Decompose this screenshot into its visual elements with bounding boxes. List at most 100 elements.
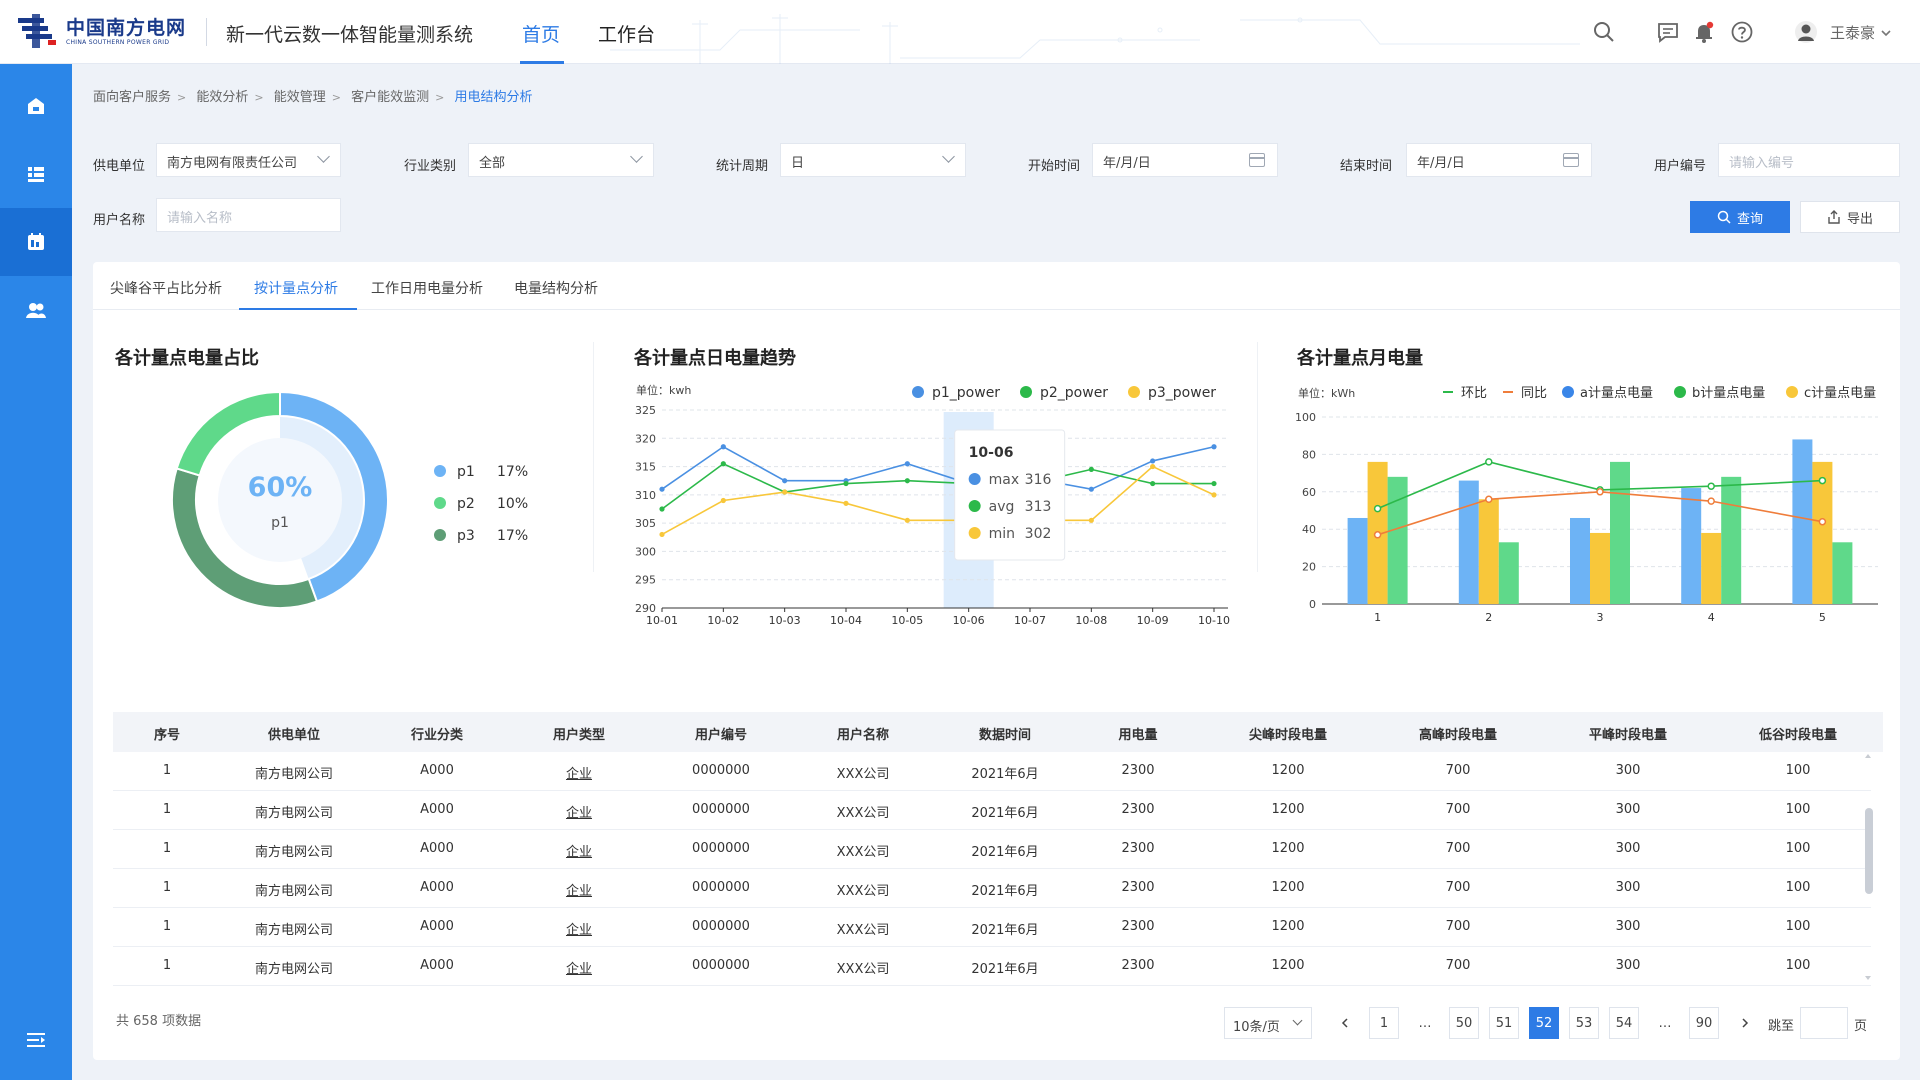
user-name-input[interactable]: 请输入名称: [156, 198, 341, 232]
page-button[interactable]: 52: [1529, 1007, 1559, 1039]
column-header[interactable]: 尖峰时段电量: [1249, 724, 1327, 743]
data-point[interactable]: [1088, 486, 1094, 492]
data-point[interactable]: [720, 497, 726, 504]
data-point[interactable]: [782, 478, 788, 484]
sidebar-item-users[interactable]: [0, 276, 72, 344]
page-button[interactable]: 53: [1569, 1007, 1599, 1039]
legend-label[interactable]: b计量点电量: [1692, 386, 1765, 401]
legend-label[interactable]: p3_power: [1148, 385, 1216, 401]
legend-label[interactable]: a计量点电量: [1580, 386, 1653, 401]
column-header[interactable]: 供电单位: [268, 724, 320, 743]
bar-b计量点电量[interactable]: [1387, 476, 1408, 604]
data-point[interactable]: [843, 480, 849, 487]
prev-page-button[interactable]: [1330, 1007, 1360, 1039]
bar-c计量点电量[interactable]: [1701, 532, 1722, 604]
data-point[interactable]: [782, 489, 788, 495]
data-point[interactable]: [720, 444, 726, 450]
bar-c计量点电量[interactable]: [1478, 499, 1499, 604]
supply-unit-select[interactable]: 南方电网有限责任公司: [156, 143, 341, 177]
table-row[interactable]: 1 南方电网公司 A000 企业 0000000 XXX公司 2021年6月 2300 1200…: [113, 947, 1871, 986]
data-point[interactable]: [659, 531, 665, 538]
bar-b计量点电量[interactable]: [1832, 542, 1853, 604]
data-point[interactable]: [1485, 458, 1493, 466]
data-point[interactable]: [1485, 495, 1493, 504]
bar-a计量点电量[interactable]: [1570, 517, 1590, 604]
user-avatar-icon[interactable]: [1794, 20, 1818, 44]
message-icon[interactable]: [1656, 20, 1680, 44]
period-select[interactable]: 日: [780, 143, 966, 177]
column-header[interactable]: 数据时间: [979, 724, 1031, 743]
data-point[interactable]: [904, 478, 910, 484]
tab-peak-valley[interactable]: 尖峰谷平占比分析: [110, 278, 222, 298]
trend-line-同比[interactable]: [1377, 490, 1823, 536]
page-button[interactable]: 54: [1609, 1007, 1639, 1039]
table-cell[interactable]: 企业: [566, 763, 592, 782]
data-point[interactable]: [1818, 476, 1827, 485]
user-no-input[interactable]: 请输入编号: [1718, 143, 1900, 177]
column-header[interactable]: 平峰时段电量: [1589, 724, 1667, 743]
table-cell[interactable]: 企业: [566, 802, 592, 821]
breadcrumb-item[interactable]: 面向客户服务: [93, 90, 171, 105]
data-point[interactable]: [1818, 517, 1827, 526]
data-point[interactable]: [1088, 517, 1094, 523]
scrollbar-thumb[interactable]: [1865, 808, 1873, 894]
start-date-input[interactable]: 年/月/日: [1092, 143, 1278, 177]
search-icon[interactable]: [1592, 20, 1616, 44]
company-logo[interactable]: 中国南方电网 CHINA SOUTHERN POWER GRID: [18, 14, 186, 48]
data-point[interactable]: [1707, 497, 1715, 505]
nav-workbench[interactable]: 工作台: [598, 20, 655, 47]
table-row[interactable]: 1 南方电网公司 A000 企业 0000000 XXX公司 2021年6月 2300 1200…: [113, 908, 1871, 947]
legend-label[interactable]: p2_power: [1040, 385, 1108, 401]
table-cell[interactable]: 企业: [566, 880, 592, 899]
legend-label[interactable]: p1_power: [932, 385, 1000, 401]
legend-label[interactable]: 环比: [1461, 386, 1487, 401]
bar-a计量点电量[interactable]: [1347, 517, 1368, 604]
bar-a计量点电量[interactable]: [1681, 488, 1702, 604]
data-point[interactable]: [1211, 480, 1217, 487]
trend-line-环比[interactable]: [1377, 461, 1823, 510]
column-header[interactable]: 用户名称: [837, 724, 889, 743]
sidebar-collapse-button[interactable]: [0, 1006, 72, 1074]
data-point[interactable]: [1373, 531, 1382, 539]
bar-b计量点电量[interactable]: [1498, 542, 1519, 604]
sidebar-item-list[interactable]: [0, 140, 72, 208]
table-row[interactable]: 1 南方电网公司 A000 企业 0000000 XXX公司 2021年6月 2300 1200…: [113, 869, 1871, 908]
data-point[interactable]: [904, 461, 910, 467]
page-size-select[interactable]: 10条/页: [1224, 1007, 1312, 1039]
bar-b计量点电量[interactable]: [1610, 461, 1630, 604]
bar-a计量点电量[interactable]: [1792, 439, 1813, 604]
page-button[interactable]: 50: [1449, 1007, 1479, 1039]
column-header[interactable]: 高峰时段电量: [1419, 724, 1497, 743]
data-point[interactable]: [1596, 488, 1604, 496]
sidebar-item-analysis[interactable]: [0, 208, 72, 276]
column-header[interactable]: 用电量: [1118, 724, 1157, 743]
data-point[interactable]: [1211, 444, 1217, 450]
user-name[interactable]: 王泰豪: [1830, 22, 1875, 43]
page-button[interactable]: 90: [1689, 1007, 1719, 1039]
chevron-down-icon[interactable]: [1880, 27, 1892, 39]
data-point[interactable]: [1150, 463, 1156, 470]
legend-label[interactable]: c计量点电量: [1804, 386, 1876, 401]
table-row[interactable]: 1 南方电网公司 A000 企业 0000000 XXX公司 2021年6月 2300 1200…: [113, 791, 1871, 830]
tab-workday[interactable]: 工作日用电量分析: [371, 278, 483, 298]
data-point[interactable]: [1088, 466, 1094, 472]
data-point[interactable]: [1150, 458, 1156, 464]
data-point[interactable]: [720, 461, 726, 467]
table-row[interactable]: 1 南方电网公司 A000 企业 0000000 XXX公司 2021年6月 2300 1200…: [113, 752, 1871, 791]
breadcrumb-item[interactable]: 能效管理: [274, 90, 326, 105]
column-header[interactable]: 序号: [154, 724, 180, 743]
page-ellipsis[interactable]: …: [1650, 1007, 1680, 1039]
data-point[interactable]: [659, 506, 665, 512]
query-button[interactable]: 查询: [1690, 201, 1790, 233]
nav-home[interactable]: 首页: [522, 20, 560, 47]
data-point[interactable]: [1150, 480, 1156, 487]
breadcrumb-item[interactable]: 能效分析: [196, 90, 248, 105]
page-button[interactable]: 1: [1369, 1007, 1399, 1039]
data-point[interactable]: [1707, 482, 1715, 490]
help-icon[interactable]: [1730, 20, 1754, 44]
column-header[interactable]: 用户类型: [553, 724, 605, 743]
tab-metering-point[interactable]: 按计量点分析: [254, 278, 338, 298]
table-cell[interactable]: 企业: [566, 958, 592, 977]
next-page-button[interactable]: [1730, 1007, 1760, 1039]
column-header[interactable]: 低谷时段电量: [1759, 724, 1837, 743]
